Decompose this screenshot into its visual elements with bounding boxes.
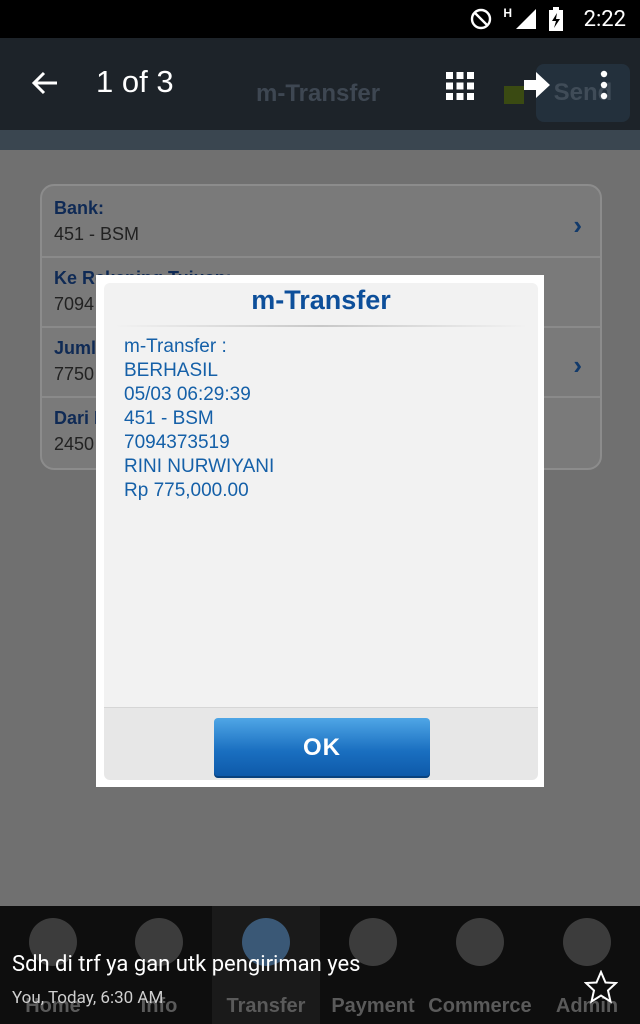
forward-arrow-icon[interactable]: [522, 70, 552, 100]
page-counter-title: 1 of 3: [96, 64, 174, 99]
dialog-title: m-Transfer: [251, 285, 391, 315]
more-vert-icon[interactable]: [598, 70, 610, 100]
form-row-value: 7750: [54, 364, 95, 384]
form-row-value: 7094: [54, 294, 95, 314]
dialog-line: Rp 775,000.00: [124, 480, 249, 501]
ok-button[interactable]: OK: [214, 718, 430, 778]
dialog-line: RINI NURWIYANI: [124, 456, 275, 477]
background-divider: [0, 130, 640, 150]
dialog-line: BERHASIL: [124, 360, 218, 381]
star-icon[interactable]: [584, 970, 618, 1004]
status-bar: H 2:22: [0, 0, 640, 38]
dialog-line: 451 - BSM: [124, 408, 214, 429]
dialog-divider: [114, 325, 528, 327]
form-row-label: Dari I: [54, 408, 100, 428]
battery-charging-icon: [549, 7, 563, 31]
chevron-right-icon: ›: [573, 350, 582, 380]
dialog-footer: OK: [104, 707, 538, 780]
dialog-line: m-Transfer :: [124, 336, 227, 357]
form-row-bank[interactable]: Bank: 451 - BSM ›: [42, 186, 600, 258]
background-screen-title: m-Transfer: [256, 80, 381, 107]
transfer-result-dialog: m-Transfer m-Transfer : BERHASIL 05/03 0…: [104, 283, 538, 780]
status-led: [504, 86, 524, 104]
chat-notification[interactable]: Sdh di trf ya gan utk pengiriman yes You…: [0, 906, 640, 1024]
chevron-right-icon: ›: [573, 210, 582, 240]
arrow-left-icon[interactable]: [30, 68, 60, 98]
form-row-value: 2450: [54, 434, 95, 454]
dialog-line: 05/03 06:29:39: [124, 384, 251, 405]
dialog-message: m-Transfer : BERHASIL 05/03 06:29:39 451…: [124, 335, 524, 503]
status-time: 2:22: [583, 7, 626, 32]
grid-icon[interactable]: [446, 72, 474, 100]
form-row-value: 451 - BSM: [54, 224, 140, 244]
form-row-label: Juml: [54, 338, 97, 358]
app-bar: m-Transfer Send 1 of 3: [0, 38, 640, 130]
notification-meta: You, Today, 6:30 AM: [12, 988, 164, 1008]
form-row-label: Bank:: [54, 198, 105, 218]
status-icons: H: [469, 6, 564, 32]
network-type-label: H: [503, 6, 512, 20]
do-not-disturb-icon: [471, 8, 492, 30]
dialog-line: 7094373519: [124, 432, 230, 453]
notification-message: Sdh di trf ya gan utk pengiriman yes: [12, 952, 361, 977]
signal-icon: [516, 9, 536, 29]
